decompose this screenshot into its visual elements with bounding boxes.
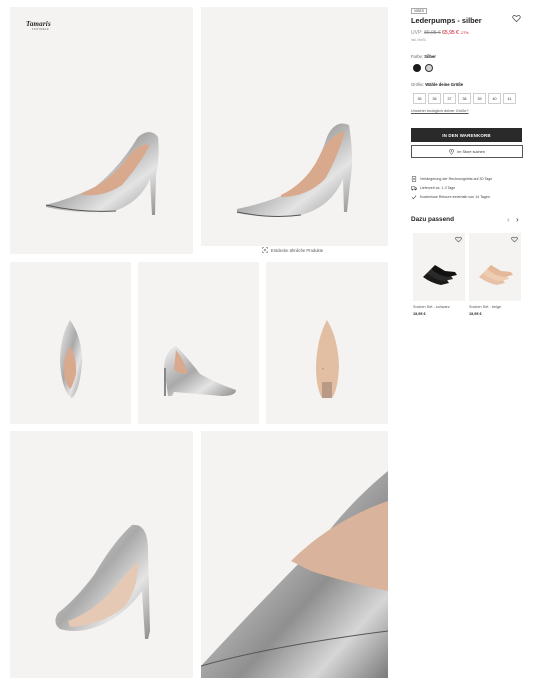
product-title: Lederpumps - silber [411,16,482,25]
vat-note: inkl. MwSt. [411,38,427,42]
checkmark-icon [411,195,417,200]
recommendation-card[interactable] [469,233,521,301]
size-label: Größe: [411,82,425,87]
svg-text:T: T [322,367,324,371]
shoe-sole-image: T [316,320,339,398]
color-label: Farbe: [411,54,424,59]
size-option[interactable]: 35 [413,93,426,104]
shoe-toe-closeup-image [201,471,388,678]
product-image-front[interactable] [138,262,259,424]
recommendation-name[interactable]: Socken Set - beige [469,305,501,309]
size-option[interactable]: 38 [458,93,471,104]
similar-products-link[interactable]: Entdecke ähnliche Produkte [262,247,323,253]
similar-products-label: Entdecke ähnliche Produkte [271,247,324,253]
info-return-text: Kostenlose Retoure innerhalb von 14 Tage… [420,195,490,199]
find-in-store-label: Im Store suchen [457,149,485,154]
price-row: UVP: 89,95 € 65,95 € -27% [411,30,469,36]
wishlist-heart-icon[interactable] [455,236,462,243]
size-option[interactable]: 41 [503,93,516,104]
location-pin-icon [449,148,454,155]
color-value: Silber [424,54,436,59]
size-option[interactable]: 40 [488,93,501,104]
shoe-side-left-image [45,132,159,215]
beige-socks-image [479,265,513,285]
shoe-top-image [60,320,82,398]
shoe-front-image [164,346,236,396]
recommendation-price: 19,95 € [413,312,426,316]
product-image-side-right[interactable] [201,7,388,246]
info-item: Lieferzeit ca. 1-3 Tage [411,185,455,191]
scan-icon [262,247,268,253]
size-option[interactable]: 39 [473,93,486,104]
add-to-cart-button[interactable]: IN DEN WARENKORB [411,128,522,142]
size-value: Wähle deine Größe [425,82,464,87]
recommendation-name[interactable]: Socken Set - schwarz [413,305,450,309]
shoe-back-image [55,524,150,639]
product-image-toe-closeup[interactable] [201,431,388,678]
color-swatch-silver[interactable] [425,64,433,72]
delivery-truck-icon [411,186,417,191]
find-in-store-button[interactable]: Im Store suchen [411,145,523,158]
info-item: Kostenlose Retoure innerhalb von 14 Tage… [411,194,490,200]
product-image-top[interactable] [10,262,131,424]
recommendation-price: 19,95 € [469,312,482,316]
wishlist-heart-icon[interactable] [512,14,521,23]
size-option[interactable]: 37 [443,93,456,104]
size-label-row: Größe: Wähle deine Größe [411,82,463,87]
product-image-side-left[interactable]: Tamaris FOOTWEAR [10,7,193,254]
old-price: 89,95 € [424,30,441,36]
sale-price: 65,95 € [442,30,459,36]
product-badge: VIBES [411,8,427,14]
color-swatch-black[interactable] [413,64,421,72]
chevron-right-icon[interactable]: › [516,216,519,224]
color-label-row: Farbe: Silber [411,54,436,59]
size-advice-link[interactable]: Unsicher bezüglich deiner Größe? [411,109,469,113]
product-image-sole[interactable]: T [266,262,388,424]
recommendation-card[interactable] [413,233,465,301]
shoe-side-right-image [236,123,353,217]
info-invoice-text: Verlängerung der Rechnungsfrist auf 30 T… [420,177,493,181]
uvp-label: UVP: [411,30,423,36]
size-option[interactable]: 36 [428,93,441,104]
info-delivery-text: Lieferzeit ca. 1-3 Tage [420,186,456,190]
brand-logo-subtitle: FOOTWEAR [32,28,49,31]
wishlist-heart-icon[interactable] [511,236,518,243]
black-socks-image [423,265,457,285]
invoice-icon [411,176,417,182]
chevron-left-icon[interactable]: ‹ [507,216,510,224]
brand-logo[interactable]: Tamaris [26,20,51,28]
product-image-back[interactable] [10,431,193,678]
discount-badge: -27% [460,31,469,35]
recommendations-title: Dazu passend [411,216,454,223]
info-item: Verlängerung der Rechnungsfrist auf 30 T… [411,176,492,182]
